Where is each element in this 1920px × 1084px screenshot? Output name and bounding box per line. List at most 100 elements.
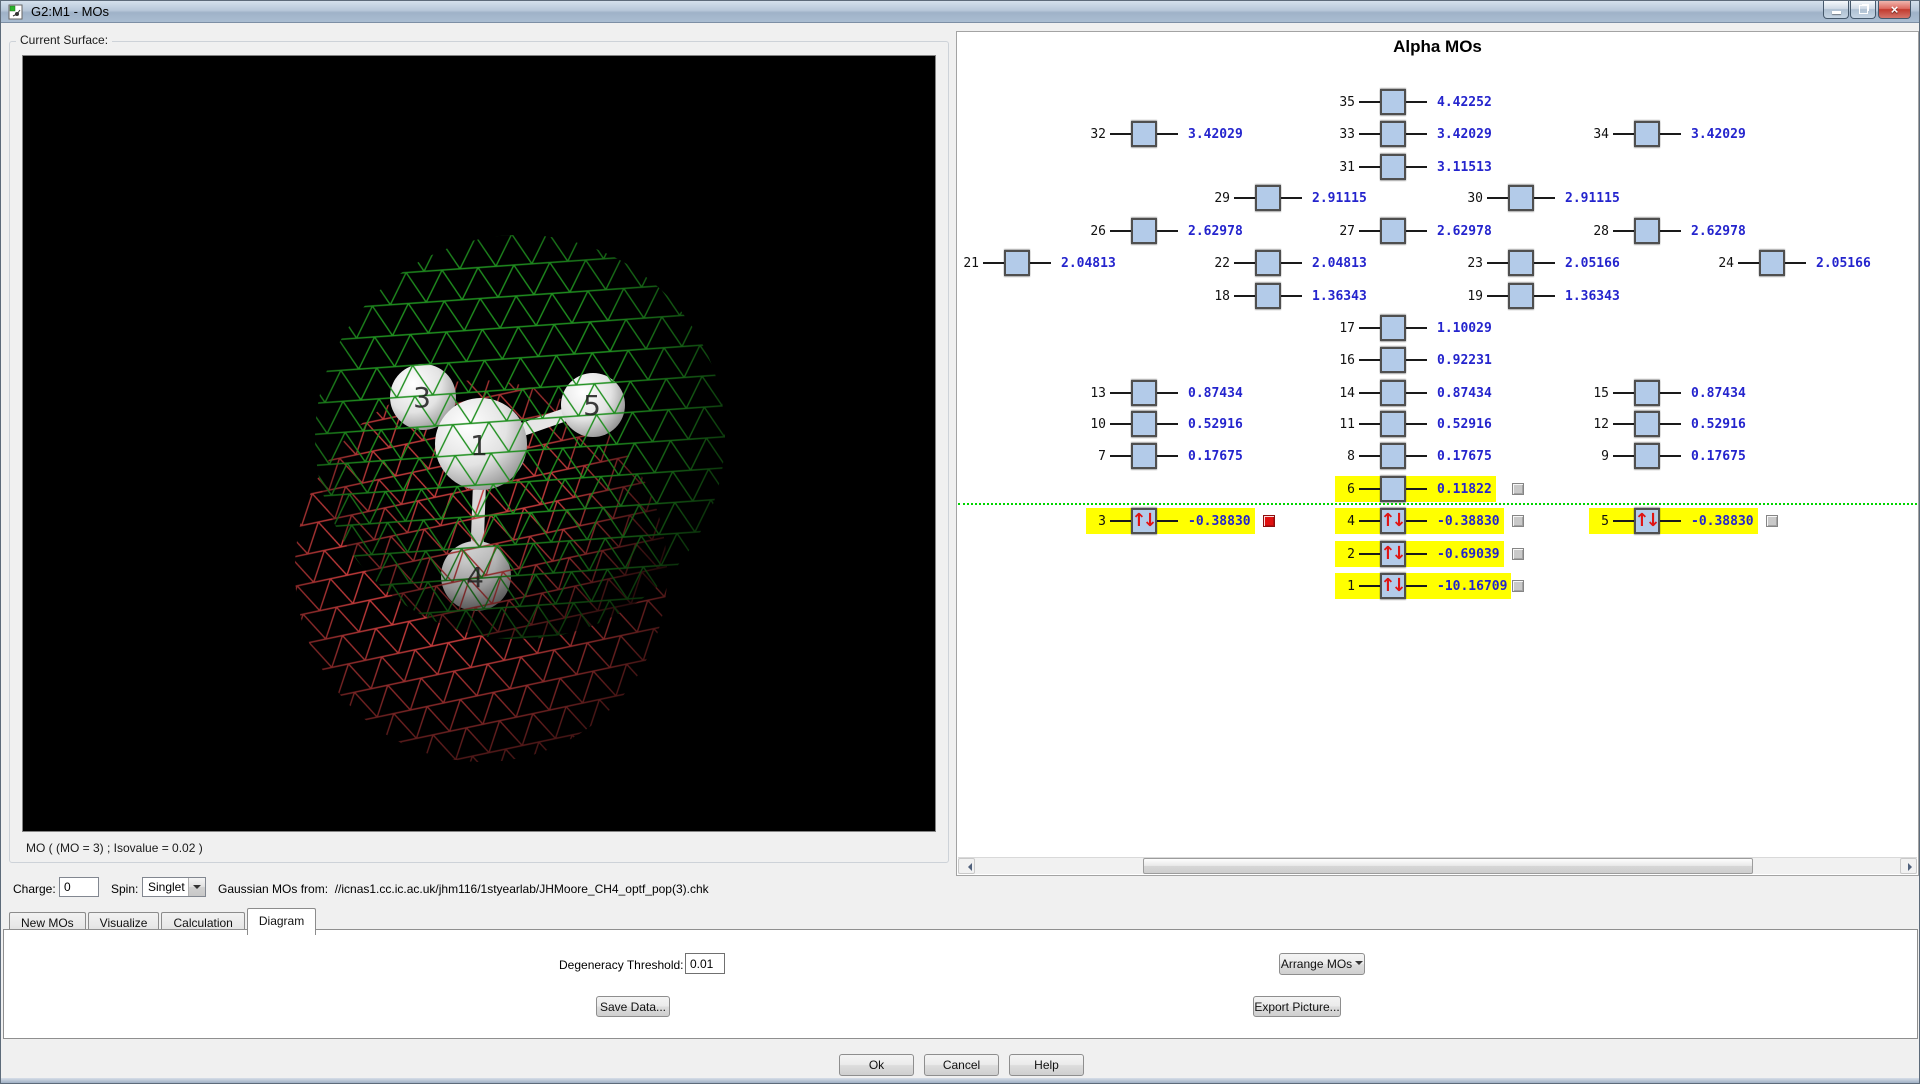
- mo-level-box[interactable]: [1380, 154, 1406, 180]
- mo-level-12[interactable]: 120.52916: [1589, 411, 1750, 437]
- mo-level-box[interactable]: [1634, 443, 1660, 469]
- ok-button[interactable]: Ok: [839, 1054, 914, 1076]
- mo-energy-value: -10.16709: [1437, 579, 1507, 594]
- mo-level-19[interactable]: 191.36343: [1463, 283, 1624, 309]
- mo-level-3[interactable]: 3↑↓-0.38830: [1086, 508, 1255, 534]
- mo-level-14[interactable]: 140.87434: [1335, 380, 1496, 406]
- title-bar[interactable]: G2:M1 - MOs ×: [1, 1, 1919, 23]
- mo-level-33[interactable]: 333.42029: [1335, 121, 1496, 147]
- mo-level-box[interactable]: [1380, 89, 1406, 115]
- mo-level-box[interactable]: [1131, 443, 1157, 469]
- mo-level-box[interactable]: [1255, 250, 1281, 276]
- mo-level-box[interactable]: [1004, 250, 1030, 276]
- mo-level-32[interactable]: 323.42029: [1086, 121, 1247, 147]
- level-line-left: [1487, 295, 1508, 297]
- mo-level-22[interactable]: 222.04813: [1210, 250, 1371, 276]
- close-button[interactable]: ×: [1878, 1, 1911, 19]
- level-line-left: [1738, 262, 1759, 264]
- scroll-right-arrow-icon[interactable]: [1900, 858, 1917, 874]
- restore-button[interactable]: [1850, 1, 1876, 19]
- scrollbar-thumb[interactable]: [1143, 858, 1753, 874]
- mo-level-21[interactable]: 212.04813: [959, 250, 1120, 276]
- mo-level-box[interactable]: ↑↓: [1380, 508, 1406, 534]
- mo-level-24[interactable]: 242.05166: [1714, 250, 1875, 276]
- mo-level-box[interactable]: [1634, 121, 1660, 147]
- mo-level-box[interactable]: [1380, 347, 1406, 373]
- mo-level-17[interactable]: 171.10029: [1335, 315, 1496, 341]
- mo-level-box[interactable]: [1380, 218, 1406, 244]
- level-line-left: [1613, 230, 1634, 232]
- mo-level-8[interactable]: 80.17675: [1335, 443, 1496, 469]
- mo-level-box[interactable]: [1131, 121, 1157, 147]
- mo-level-box[interactable]: [1759, 250, 1785, 276]
- mo-display-checkbox[interactable]: [1512, 515, 1524, 527]
- tab-diagram[interactable]: Diagram: [247, 908, 316, 935]
- mo-level-10[interactable]: 100.52916: [1086, 411, 1247, 437]
- export-picture-button[interactable]: Export Picture...: [1253, 996, 1341, 1017]
- mo-display-checkbox[interactable]: [1512, 483, 1524, 495]
- spin-dropdown-button[interactable]: [188, 878, 205, 896]
- mo-level-box[interactable]: [1131, 411, 1157, 437]
- mo-level-5[interactable]: 5↑↓-0.38830: [1589, 508, 1758, 534]
- mo-level-35[interactable]: 354.42252: [1335, 89, 1496, 115]
- mo-level-16[interactable]: 160.92231: [1335, 347, 1496, 373]
- mo-level-box[interactable]: [1380, 121, 1406, 147]
- mo-level-9[interactable]: 90.17675: [1589, 443, 1750, 469]
- mo-level-box[interactable]: [1380, 380, 1406, 406]
- mo-level-box[interactable]: [1508, 283, 1534, 309]
- mo-level-box[interactable]: [1255, 283, 1281, 309]
- mo-level-29[interactable]: 292.91115: [1210, 185, 1371, 211]
- mo-energy-value: 3.11513: [1437, 160, 1492, 175]
- mo-level-box[interactable]: [1131, 218, 1157, 244]
- mo-display-checkbox[interactable]: [1512, 580, 1524, 592]
- level-line-right: [1157, 423, 1178, 425]
- mo-level-box[interactable]: [1131, 380, 1157, 406]
- mo-level-31[interactable]: 313.11513: [1335, 154, 1496, 180]
- mo-level-6[interactable]: 60.11822: [1335, 476, 1496, 502]
- charge-input[interactable]: [59, 877, 99, 897]
- mo-level-box[interactable]: [1508, 250, 1534, 276]
- mo-display-checkbox[interactable]: [1766, 515, 1778, 527]
- mo-level-34[interactable]: 343.42029: [1589, 121, 1750, 147]
- mo-level-15[interactable]: 150.87434: [1589, 380, 1750, 406]
- mo-level-2[interactable]: 2↑↓-0.69039: [1335, 541, 1504, 567]
- arrange-mos-button[interactable]: Arrange MOs: [1279, 953, 1365, 975]
- help-button[interactable]: Help: [1009, 1054, 1084, 1076]
- mo-level-box[interactable]: [1380, 476, 1406, 502]
- mo-level-box[interactable]: ↑↓: [1131, 508, 1157, 534]
- mo-display-checkbox[interactable]: [1512, 548, 1524, 560]
- scroll-left-arrow-icon[interactable]: [958, 858, 975, 874]
- minimize-button[interactable]: [1823, 1, 1849, 19]
- save-data-button[interactable]: Save Data...: [596, 996, 670, 1017]
- mo-level-box[interactable]: [1255, 185, 1281, 211]
- mo-level-box[interactable]: ↑↓: [1634, 508, 1660, 534]
- mo-level-11[interactable]: 110.52916: [1335, 411, 1496, 437]
- mo-level-26[interactable]: 262.62978: [1086, 218, 1247, 244]
- mo-level-1[interactable]: 1↑↓-10.16709: [1335, 573, 1511, 599]
- mo-level-box[interactable]: [1380, 443, 1406, 469]
- mo-level-23[interactable]: 232.05166: [1463, 250, 1624, 276]
- mo-display-checkbox-selected[interactable]: [1263, 515, 1275, 527]
- mo-level-box[interactable]: ↑↓: [1380, 573, 1406, 599]
- level-line-right: [1406, 520, 1427, 522]
- mo-level-box[interactable]: [1380, 411, 1406, 437]
- level-line-left: [1613, 392, 1634, 394]
- mo-3d-viewport[interactable]: 3 1 5 4: [22, 55, 936, 832]
- mo-level-4[interactable]: 4↑↓-0.38830: [1335, 508, 1504, 534]
- mo-level-7[interactable]: 70.17675: [1086, 443, 1247, 469]
- mo-level-13[interactable]: 130.87434: [1086, 380, 1247, 406]
- mo-level-box[interactable]: [1634, 411, 1660, 437]
- mo-level-box[interactable]: ↑↓: [1380, 541, 1406, 567]
- degeneracy-threshold-input[interactable]: [685, 953, 725, 974]
- mo-level-30[interactable]: 302.91115: [1463, 185, 1624, 211]
- spin-select[interactable]: Singlet: [142, 877, 206, 897]
- mo-level-18[interactable]: 181.36343: [1210, 283, 1371, 309]
- mo-level-box[interactable]: [1380, 315, 1406, 341]
- diagram-horizontal-scrollbar[interactable]: [958, 857, 1917, 874]
- mo-level-28[interactable]: 282.62978: [1589, 218, 1750, 244]
- cancel-button[interactable]: Cancel: [924, 1054, 999, 1076]
- mo-level-box[interactable]: [1634, 218, 1660, 244]
- mo-level-box[interactable]: [1634, 380, 1660, 406]
- mo-level-27[interactable]: 272.62978: [1335, 218, 1496, 244]
- mo-level-box[interactable]: [1508, 185, 1534, 211]
